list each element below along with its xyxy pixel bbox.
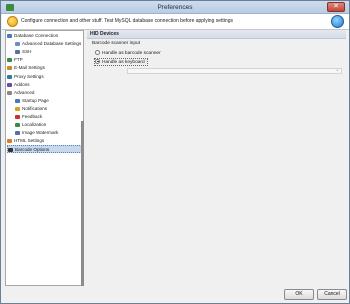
tree-item[interactable]: SSH xyxy=(15,48,31,56)
tree-item[interactable]: Advanced Database Settings xyxy=(15,40,81,48)
tree-item[interactable]: Image Watermark xyxy=(15,129,58,137)
tree-item-label: Image Watermark xyxy=(22,130,59,136)
tree-item[interactable]: Database Connection xyxy=(7,32,58,40)
option-barcode-scanner-label: Handle as barcode scanner xyxy=(102,50,161,56)
info-banner: Configure connection and other stuff. Te… xyxy=(2,14,349,30)
settings-tree[interactable]: Database Connection Advanced Database Set… xyxy=(5,30,84,286)
startup-icon xyxy=(15,98,20,103)
notifications-icon xyxy=(15,106,20,111)
tree-item-label: E-Mail Settings xyxy=(14,65,45,71)
close-button[interactable]: ✕ xyxy=(327,2,345,12)
tree-item-label: Advanced xyxy=(14,89,35,95)
localization-icon xyxy=(15,123,20,128)
settings-icon xyxy=(15,42,20,47)
tree-item[interactable]: Advanced xyxy=(7,89,34,97)
cancel-button[interactable]: Cancel xyxy=(317,289,347,300)
option-barcode-scanner[interactable]: Handle as barcode scanner xyxy=(95,49,161,56)
tree-item-label: HTML Settings xyxy=(14,138,45,144)
database-icon xyxy=(7,34,12,38)
preferences-window: Preferences ✕ Configure connection and o… xyxy=(0,0,350,304)
tree-scrollbar[interactable] xyxy=(81,121,84,286)
tree-item-label: Addons xyxy=(14,81,30,87)
proxy-icon xyxy=(7,74,12,79)
tree-item-label: Notifications xyxy=(22,105,48,111)
tree-item[interactable]: Notifications xyxy=(15,105,47,113)
tree-item-label: Localization xyxy=(22,122,47,128)
tree-item[interactable]: Proxy Settings xyxy=(7,73,44,81)
feedback-icon xyxy=(15,115,20,119)
advanced-icon xyxy=(7,90,12,95)
tree-item[interactable]: HTML Settings xyxy=(7,137,44,145)
settings-panel: HID Devices Barcode scanner input Handle… xyxy=(87,30,346,286)
tree-item-label: Barcode Options xyxy=(15,147,50,153)
title-bar[interactable]: Preferences ✕ xyxy=(1,1,349,14)
tree-item-label: FTP xyxy=(14,57,23,63)
tree-item-label: SSH xyxy=(22,49,32,55)
option-keyboard[interactable]: Handle as keyboard xyxy=(94,58,148,66)
watermark-icon xyxy=(15,131,20,136)
tree-item-label: Startup Page xyxy=(22,97,49,103)
tree-item-label: Proxy Settings xyxy=(14,73,44,79)
tree-item[interactable]: Localization xyxy=(15,121,46,129)
radio-keyboard[interactable] xyxy=(95,58,100,64)
tree-item[interactable]: E-Mail Settings xyxy=(7,64,45,72)
section-header: HID Devices xyxy=(87,30,346,39)
addons-icon xyxy=(7,82,12,87)
help-globe-icon[interactable] xyxy=(331,15,344,28)
ok-button[interactable]: OK xyxy=(284,289,314,300)
tree-item-label: Advanced Database Settings xyxy=(22,41,82,47)
scanner-input-label: Barcode scanner input xyxy=(92,41,140,46)
disabled-device-select xyxy=(127,66,342,74)
tree-item-label: Database Connection xyxy=(14,33,59,38)
window-title: Preferences xyxy=(157,4,193,11)
settings-badge-icon xyxy=(7,16,18,27)
html-icon xyxy=(7,139,12,144)
tree-item[interactable]: Feedback xyxy=(15,113,42,121)
tree-item[interactable]: Barcode Options xyxy=(7,145,83,154)
tree-item[interactable]: Addons xyxy=(7,81,30,89)
option-keyboard-label: Handle as keyboard xyxy=(102,59,145,65)
tree-item[interactable]: Startup Page xyxy=(15,97,49,105)
banner-text: Configure connection and other stuff. Te… xyxy=(21,18,233,24)
tree-item[interactable]: FTP xyxy=(7,56,23,64)
ssh-icon xyxy=(15,50,20,55)
tree-item-label: Feedback xyxy=(22,114,43,119)
email-icon xyxy=(7,66,12,71)
radio-barcode-scanner[interactable] xyxy=(95,49,100,55)
ftp-icon xyxy=(7,58,12,63)
barcode-icon xyxy=(8,148,13,153)
